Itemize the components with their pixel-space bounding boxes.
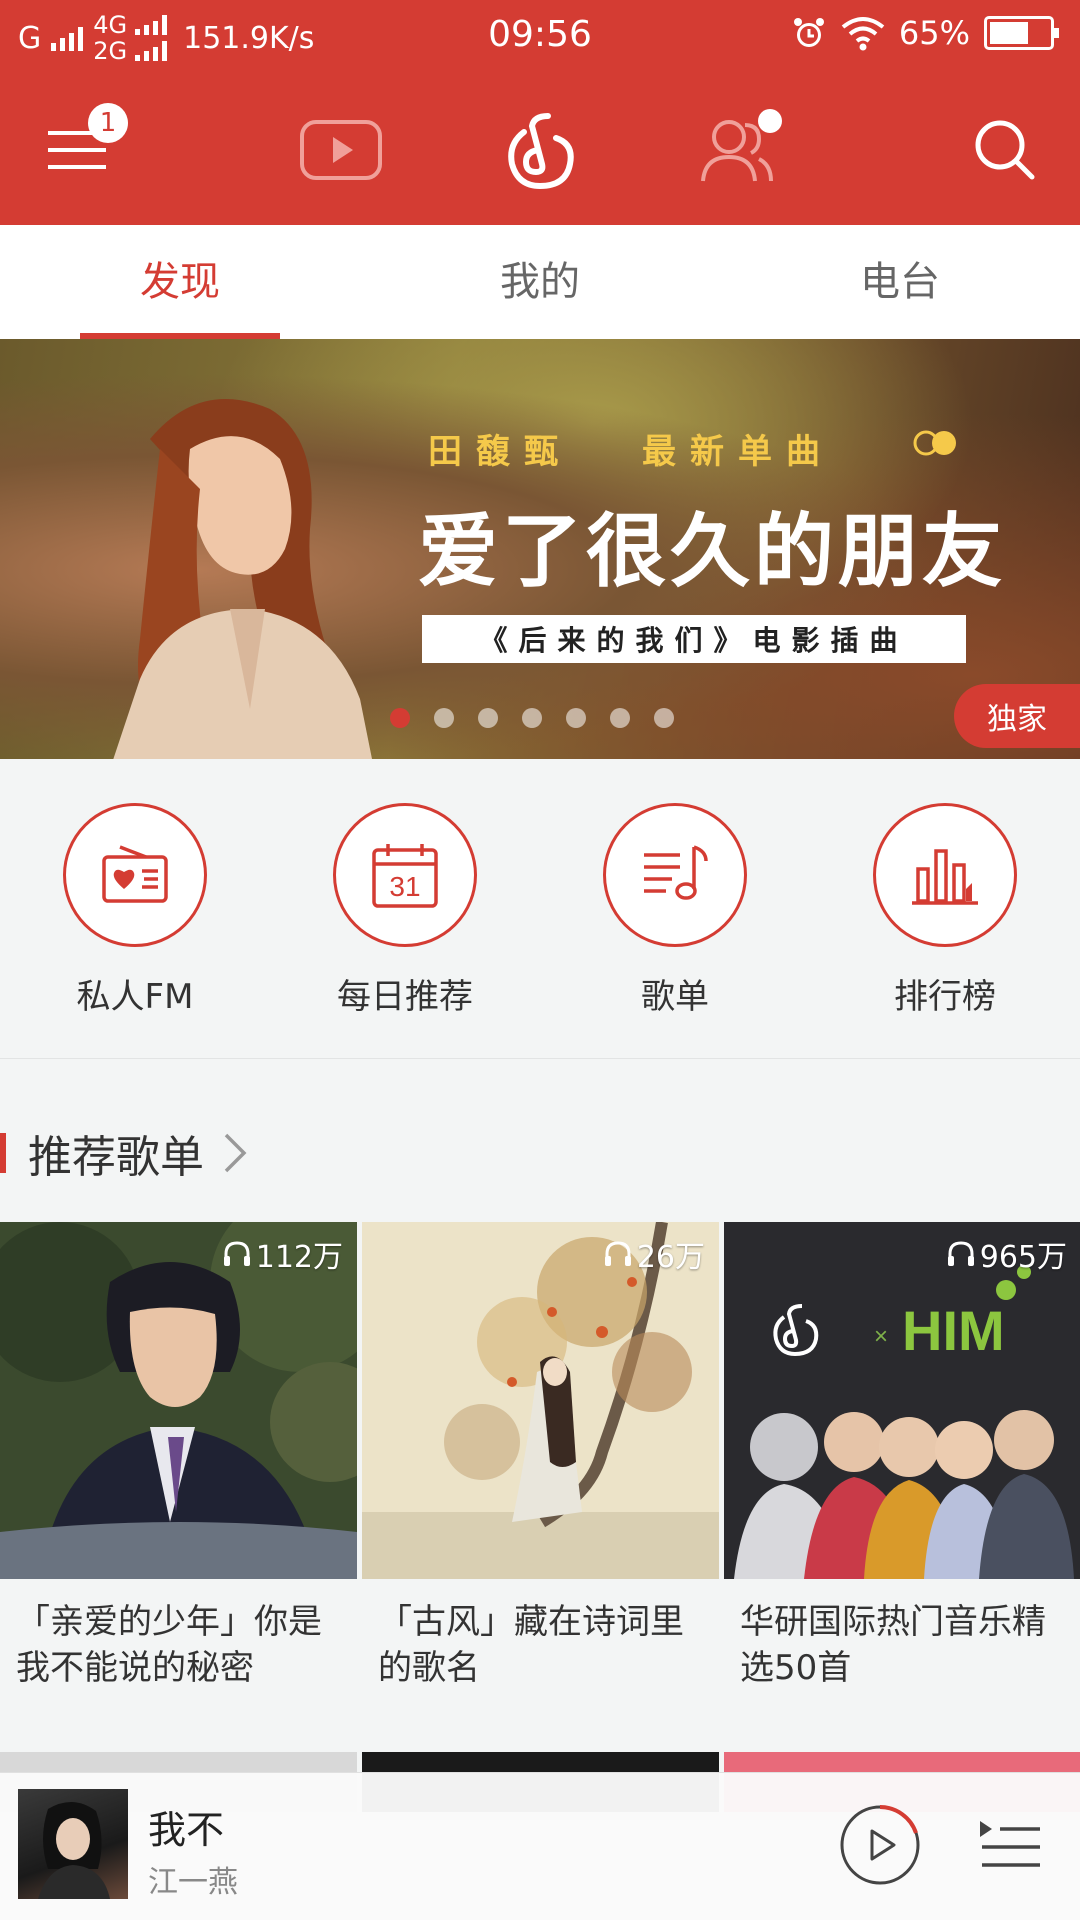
network-stack: 4G 2G <box>93 11 168 65</box>
main-tabs: 发现 我的 电台 <box>0 225 1080 339</box>
recommended-playlists-header[interactable]: 推荐歌单 <box>0 1122 250 1184</box>
quick-item-personal-fm[interactable]: 私人FM <box>20 803 250 1018</box>
tab-radio[interactable]: 电台 <box>720 225 1080 339</box>
calendar-icon-circle: 31 <box>333 803 477 947</box>
calendar-icon: 31 <box>372 844 438 908</box>
status-bar: G 4G 2G 151.9K/s 09:56 65% <box>0 0 1080 75</box>
headphones-icon <box>604 1241 631 1266</box>
banner-tag: 最新单曲 <box>642 432 834 472</box>
cover-x-mark: × <box>874 1323 888 1350</box>
music-home-button[interactable] <box>485 95 595 205</box>
signal-icon <box>135 41 168 61</box>
album-art-image <box>38 1801 110 1899</box>
video-button[interactable] <box>286 95 396 205</box>
quick-item-daily-recommend[interactable]: 31 每日推荐 <box>290 803 520 1018</box>
chart-icon-circle <box>873 803 1017 947</box>
menu-badge: 1 <box>88 103 128 143</box>
promo-banner[interactable]: 田馥甄 最新单曲 爱了很久的朋友 《后来的我们》电影插曲 <box>0 339 1080 759</box>
section-title: 推荐歌单 <box>28 1132 204 1183</box>
quick-label: 排行榜 <box>894 977 996 1017</box>
video-icon <box>300 120 382 180</box>
banner-artist: 田馥甄 <box>428 432 572 472</box>
play-count: 965万 <box>946 1232 1067 1276</box>
play-count: 112万 <box>222 1232 343 1276</box>
chart-icon <box>912 849 978 905</box>
playlist-queue-button[interactable] <box>978 1815 1044 1875</box>
now-playing-artwork <box>18 1789 128 1899</box>
status-right: 65% <box>791 14 1059 52</box>
search-button[interactable] <box>950 95 1060 205</box>
playlist-title: 「古风」藏在诗词里的歌名 <box>378 1602 684 1688</box>
playlist-cover: 26万 <box>362 1222 719 1579</box>
play-count: 26万 <box>603 1232 705 1276</box>
play-button[interactable] <box>838 1803 922 1887</box>
pagination-dot[interactable] <box>654 708 674 728</box>
quick-label: 每日推荐 <box>337 977 473 1017</box>
pagination-dot[interactable] <box>610 708 630 728</box>
playlist-cover: × HIM 965万 <box>724 1222 1080 1579</box>
playlist-icon-circle <box>603 803 747 947</box>
pagination-dot[interactable] <box>522 708 542 728</box>
radio-icon-circle <box>63 803 207 947</box>
playlist-title: 「亲爱的少年」你是我不能说的秘密 <box>16 1602 322 1688</box>
playlist-card[interactable]: 26万 「古风」藏在诗词里的歌名 <box>362 1222 719 1691</box>
playlist-icon <box>644 845 708 900</box>
quick-item-charts[interactable]: 排行榜 <box>830 803 1060 1018</box>
headphones-icon <box>223 1241 250 1266</box>
menu-button[interactable]: 1 <box>22 95 132 205</box>
playlist-cover: 112万 <box>0 1222 357 1579</box>
banner-artist-image <box>113 399 372 759</box>
signal-icon <box>135 15 168 35</box>
banner-subtitle: 《后来的我们》电影插曲 <box>422 615 966 663</box>
pagination-dot[interactable] <box>566 708 586 728</box>
quick-links: 私人FM 31 每日推荐 歌单 排行榜 <box>0 759 1080 1059</box>
battery-percent: 65% <box>898 14 970 52</box>
exclusive-badge: 独家 <box>954 684 1080 748</box>
quick-item-playlists[interactable]: 歌单 <box>560 803 790 1018</box>
section-accent-bar <box>0 1133 6 1173</box>
play-count-value: 965万 <box>979 1240 1067 1275</box>
banner-title: 爱了很久的朋友 <box>418 505 1006 598</box>
top-nav: 1 <box>0 75 1080 225</box>
now-playing-artist: 江一燕 <box>148 1865 238 1900</box>
radio-icon <box>102 845 168 903</box>
signal-icon <box>51 25 84 51</box>
search-icon <box>975 120 1035 180</box>
banner-pagination[interactable] <box>390 708 674 728</box>
him-logo: HIM <box>902 1299 1005 1362</box>
network-speed: 151.9K/s <box>183 20 315 56</box>
play-count-value: 112万 <box>255 1240 343 1275</box>
quick-label: 歌单 <box>641 977 709 1017</box>
carrier-label: G <box>18 20 42 56</box>
tab-mine[interactable]: 我的 <box>360 225 720 339</box>
calendar-day: 31 <box>389 871 420 902</box>
headphones-icon <box>947 1241 974 1266</box>
toggle-icon <box>913 430 956 456</box>
network-4g-label: 4G <box>93 11 128 39</box>
now-playing-title: 我不 <box>148 1808 225 1852</box>
mini-player[interactable]: 我不 江一燕 <box>0 1772 1080 1920</box>
pagination-dot[interactable] <box>390 708 410 728</box>
friends-notification-dot <box>758 109 782 133</box>
pagination-dot[interactable] <box>434 708 454 728</box>
play-count-value: 26万 <box>636 1240 705 1275</box>
battery-icon <box>984 16 1059 50</box>
playlist-title: 华研国际热门音乐精选50首 <box>740 1602 1046 1688</box>
playlist-card[interactable]: 112万 「亲爱的少年」你是我不能说的秘密 <box>0 1222 357 1691</box>
netease-music-icon <box>508 113 574 190</box>
status-left: G 4G 2G 151.9K/s <box>18 8 314 68</box>
quick-label: 私人FM <box>76 977 194 1017</box>
playlist-card[interactable]: × HIM 965万 华研国际热门音乐精选50首 <box>724 1222 1080 1691</box>
chevron-right-icon <box>224 1133 247 1173</box>
pagination-dot[interactable] <box>478 708 498 728</box>
friends-button[interactable] <box>682 95 792 205</box>
alarm-icon <box>793 18 824 47</box>
tab-discover[interactable]: 发现 <box>0 225 360 339</box>
network-2g-label: 2G <box>93 37 128 65</box>
wifi-icon <box>841 17 885 51</box>
